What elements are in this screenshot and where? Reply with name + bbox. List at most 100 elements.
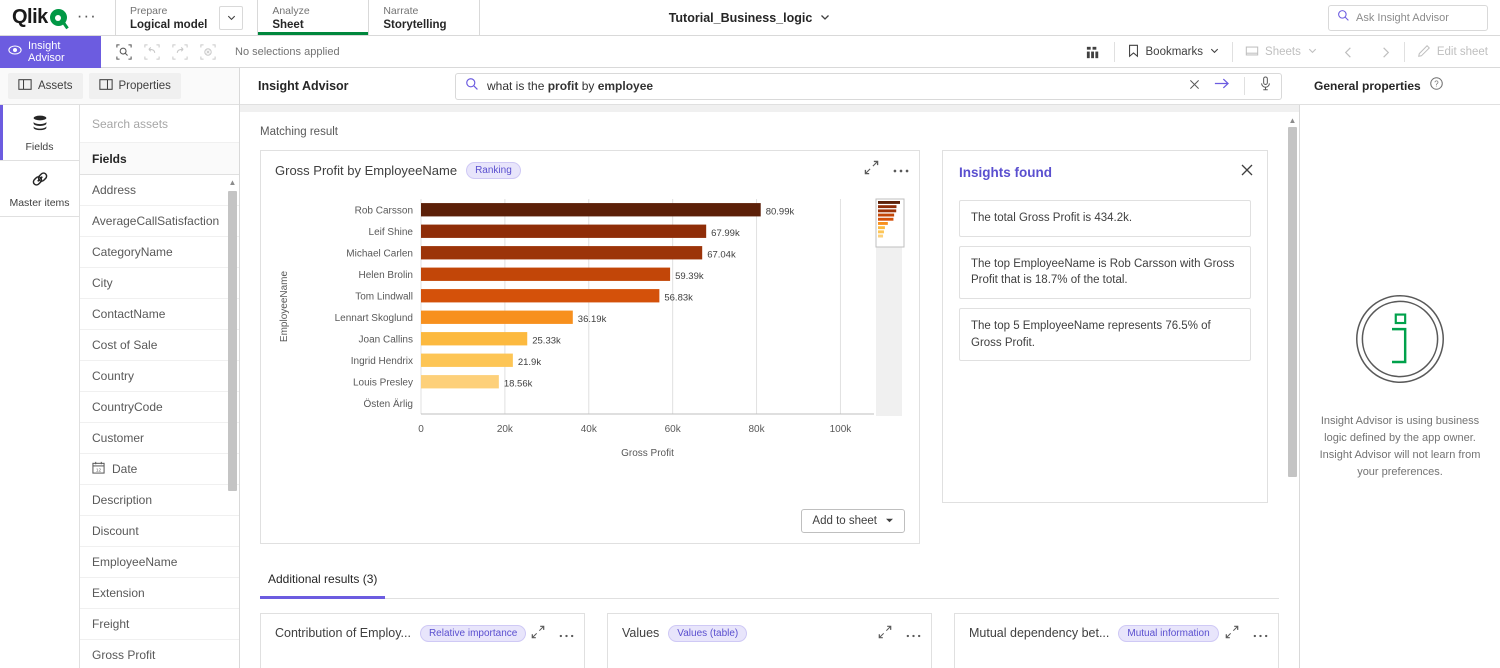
nav-group-narrate[interactable]: Narrate Storytelling [369,0,479,35]
chart-card-header: Gross Profit by EmployeeName Ranking [261,151,919,189]
search-assets-input[interactable]: Search assets [80,105,239,143]
fields-scrollbar[interactable]: ▲ [228,178,237,668]
eye-insight-icon [8,43,22,60]
rail-item-fields[interactable]: Fields [0,105,79,160]
sheet-grid-icon[interactable] [1073,36,1114,68]
svg-text:80.99k: 80.99k [766,206,795,217]
expand-icon[interactable] [864,160,879,180]
insight-item: The top EmployeeName is Rob Carsson with… [959,246,1251,299]
primary-results-row: Gross Profit by EmployeeName Ranking [260,150,1279,544]
svg-text:Gross Profit: Gross Profit [621,448,674,459]
chart-card[interactable]: Gross Profit by EmployeeName Ranking [260,150,920,544]
nav-group-analyze[interactable]: Analyze Sheet [258,0,368,35]
field-label: CategoryName [92,245,173,259]
more-horizontal-icon[interactable] [893,161,909,179]
bar-chart[interactable]: Rob Carsson80.99kLeif Shine67.99kMichael… [261,189,919,499]
scroll-up-icon[interactable]: ▲ [228,178,237,187]
list-item[interactable]: AverageCallSatisfaction [80,206,239,237]
query-token-bold: profit [548,79,579,93]
additional-result-card[interactable]: Contribution of Employ... Relative impor… [260,613,585,668]
list-item[interactable]: 12 Date [80,454,239,485]
expand-icon[interactable] [878,625,892,644]
status-badge: Values (table) [668,625,747,642]
divider [0,216,79,217]
link-icon [30,169,50,192]
scrollbar-thumb[interactable] [228,191,237,491]
expand-icon[interactable] [531,625,545,644]
bookmarks-label: Bookmarks [1146,46,1204,58]
search-input[interactable]: what is the profit by employee [455,73,1282,100]
expand-icon[interactable] [1225,625,1239,644]
list-item[interactable]: CategoryName [80,237,239,268]
chevron-down-icon[interactable] [219,6,243,30]
bar-chart-svg[interactable]: Rob Carsson80.99kLeif Shine67.99kMichael… [261,189,919,499]
nav-prepare-sub: Logical model [130,18,207,32]
more-horizontal-icon[interactable] [1253,626,1268,644]
assets-button[interactable]: Assets [8,73,83,99]
nav-group-prepare[interactable]: Prepare Logical model [116,0,257,35]
scroll-up-icon[interactable]: ▲ [1288,116,1297,125]
rail-label-fields: Fields [25,141,53,153]
selections-tool-icon[interactable] [115,43,132,60]
scrollbar-thumb[interactable] [1288,127,1297,477]
field-label: Address [92,183,136,197]
svg-text:12: 12 [96,467,102,472]
list-item[interactable]: Freight [80,609,239,640]
field-label: Country [92,369,134,383]
tab-additional-results[interactable]: Additional results (3) [260,566,385,599]
svg-text:Östen Ärlig: Östen Ärlig [364,398,413,410]
svg-text:59.39k: 59.39k [675,271,704,282]
additional-result-card[interactable]: Values Values (table) [607,613,932,668]
qlik-logo[interactable]: Qlik [12,6,67,29]
microphone-icon[interactable] [1259,76,1272,96]
list-item[interactable]: Cost of Sale [80,330,239,361]
list-item[interactable]: EmployeeName [80,547,239,578]
results-scroll-area: Matching result Gross Profit by Employee… [240,112,1299,668]
bookmarks-button[interactable]: Bookmarks [1115,36,1233,68]
additional-result-card[interactable]: Mutual dependency bet... Mutual informat… [954,613,1279,668]
svg-text:40k: 40k [581,424,598,435]
selection-bar: Insight Advisor [0,36,1500,68]
list-item[interactable]: ContactName [80,299,239,330]
asset-type-rail: Fields Master items [0,105,80,668]
list-item[interactable]: Description [80,485,239,516]
divider [260,598,1279,599]
list-item[interactable]: Gross Profit [80,640,239,668]
close-icon[interactable] [1189,77,1200,95]
svg-text:56.83k: 56.83k [664,292,693,303]
close-icon[interactable] [1240,163,1254,180]
left-body: Fields Master items [0,105,239,668]
properties-button[interactable]: Properties [89,73,181,99]
additional-card-icons [531,625,574,644]
svg-text:Leif Shine: Leif Shine [369,227,414,238]
add-to-sheet-button[interactable]: Add to sheet [801,509,905,533]
divider [1244,77,1245,95]
more-horizontal-icon[interactable] [906,626,921,644]
list-item[interactable]: Customer [80,423,239,454]
insights-title: Insights found [959,165,1251,180]
list-item[interactable]: Discount [80,516,239,547]
ask-insight-advisor-input[interactable]: Ask Insight Advisor [1328,5,1488,31]
assets-button-label: Assets [38,80,73,92]
svg-text:Rob Carsson: Rob Carsson [355,205,413,216]
results-scrollbar[interactable]: ▲ [1288,116,1297,668]
insight-item: The total Gross Profit is 434.2k. [959,200,1251,237]
svg-text:67.04k: 67.04k [707,249,736,260]
arrow-right-icon[interactable] [1214,77,1230,95]
list-item[interactable]: Extension [80,578,239,609]
insight-advisor-tab-label: Insight Advisor [28,40,93,64]
help-circle-icon[interactable]: ? [1430,77,1443,95]
more-horizontal-icon[interactable]: ··· [77,7,97,29]
list-item[interactable]: CountryCode [80,392,239,423]
list-item[interactable]: Country [80,361,239,392]
search-icon [1337,9,1350,27]
fields-list[interactable]: Address AverageCallSatisfaction Category… [80,175,239,668]
more-horizontal-icon[interactable] [559,626,574,644]
rail-item-master-items[interactable]: Master items [0,161,79,216]
chevron-down-icon[interactable] [819,11,831,26]
list-item[interactable]: City [80,268,239,299]
insight-advisor-tab[interactable]: Insight Advisor [0,36,101,68]
list-item[interactable]: Address [80,175,239,206]
nav-narrate-sub: Storytelling [383,18,446,32]
panel-right-icon [99,78,113,94]
